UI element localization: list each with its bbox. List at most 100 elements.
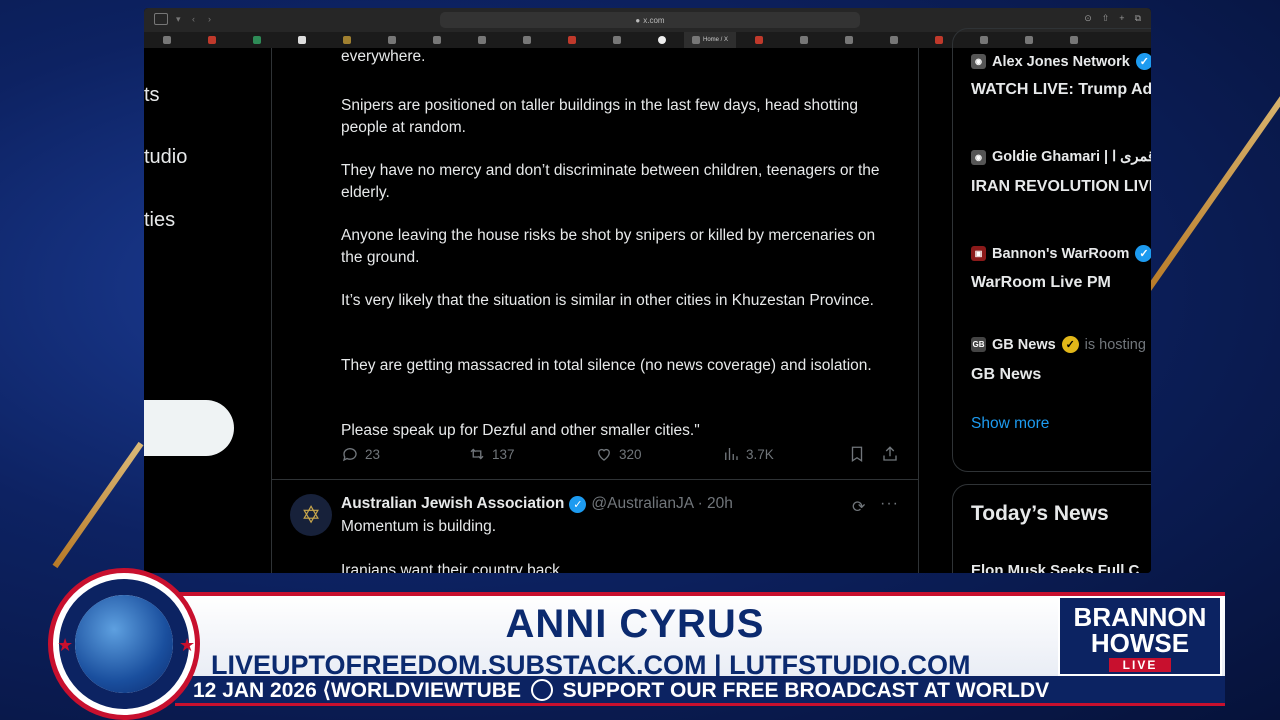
- favicon-icon: [889, 36, 898, 44]
- ticker-channel: WORLDVIEWTUBE: [330, 679, 521, 702]
- show-more-link[interactable]: Show more: [971, 415, 1049, 433]
- heart-icon: [598, 448, 610, 461]
- star-of-david-icon: ✡: [300, 501, 322, 529]
- repost-button[interactable]: 137: [468, 445, 515, 463]
- brannon-howse-live-logo: BRANNON HOWSE LIVE: [1058, 596, 1222, 676]
- live-host[interactable]: ◉ Goldie Ghamari | قمری ا: [971, 149, 1151, 165]
- favicon-icon: [522, 36, 531, 44]
- worldview-logo: ★ ★: [48, 568, 200, 720]
- tweet-paragraph: They have no mercy and don’t discriminat…: [341, 162, 880, 201]
- verified-badge-icon: ✓: [1135, 53, 1151, 70]
- tweet-paragraph: everywhere.: [341, 48, 426, 65]
- host-avatar-icon: ◉: [971, 149, 986, 165]
- tab[interactable]: [781, 32, 826, 48]
- sidebar-toggle-icon[interactable]: [154, 13, 168, 25]
- favicon-icon: [934, 36, 943, 44]
- favicon-icon: [657, 36, 666, 44]
- tab[interactable]: [459, 32, 504, 48]
- favicon-icon: [691, 36, 700, 44]
- tab[interactable]: [826, 32, 871, 48]
- more-options-icon[interactable]: ···: [880, 495, 899, 513]
- broadcast-lower-third: ANNI CYRUS LIVEUPTOFREEDOM.SUBSTACK.COM …: [0, 568, 1280, 720]
- live-badge: LIVE: [1108, 658, 1172, 672]
- host-name: GB News: [992, 336, 1056, 353]
- nav-item[interactable]: tudio: [144, 146, 187, 169]
- favicon-icon: [252, 36, 261, 44]
- lock-icon: ●: [635, 15, 641, 25]
- left-navigation: ts tudio ties: [144, 48, 272, 573]
- live-title[interactable]: IRAN REVOLUTION LIVE IRANIAN HOSTS - DAY: [971, 176, 1151, 198]
- live-title[interactable]: WarRoom Live PM: [971, 272, 1151, 294]
- timeline: everywhere. Snipers are positioned on ta…: [271, 48, 919, 573]
- reply-count: 23: [365, 446, 381, 462]
- tweet-text: Iranians want their country back: [341, 562, 560, 573]
- favicon-icon: [432, 36, 441, 44]
- x-page: ts tudio ties everywhere. Snipers are po…: [144, 28, 1151, 573]
- tab[interactable]: [504, 32, 549, 48]
- news-panel-title: Today’s News: [971, 502, 1109, 525]
- address-bar[interactable]: ● x.com: [440, 12, 860, 28]
- favicon-icon: [612, 36, 621, 44]
- share-icon[interactable]: ⇧: [1102, 13, 1110, 24]
- logo-icon: [530, 679, 553, 701]
- tab[interactable]: [549, 32, 594, 48]
- reply-button[interactable]: 23: [341, 445, 380, 463]
- like-button[interactable]: 320: [595, 445, 642, 463]
- favicon-icon: [567, 36, 576, 44]
- forward-icon[interactable]: ›: [208, 13, 216, 25]
- live-host[interactable]: GB GB News ✓ is hosting: [971, 336, 1146, 353]
- download-icon[interactable]: ⊙: [1084, 13, 1092, 24]
- avatar[interactable]: ✡: [290, 494, 332, 536]
- tab[interactable]: [279, 32, 324, 48]
- nav-item[interactable]: ts: [144, 84, 160, 107]
- tab-overview-icon[interactable]: ⧉: [1135, 13, 1141, 24]
- tab[interactable]: [369, 32, 414, 48]
- host-avatar-icon: GB: [971, 337, 986, 352]
- host-name: Goldie Ghamari | قمری ا: [992, 149, 1151, 165]
- author-name[interactable]: Australian Jewish Association: [341, 495, 564, 513]
- tweet-divider: [272, 479, 918, 480]
- tweet-header: Australian Jewish Association ✓ @Austral…: [341, 495, 733, 513]
- host-avatar-icon: ▣: [971, 246, 986, 261]
- back-icon[interactable]: ‹: [192, 13, 200, 25]
- tab[interactable]: [414, 32, 459, 48]
- live-title[interactable]: WATCH LIVE: Trump Ad Goes Nuclear, Launc…: [971, 79, 1151, 101]
- tab[interactable]: [594, 32, 639, 48]
- tab[interactable]: [189, 32, 234, 48]
- bookmark-button[interactable]: [848, 445, 866, 463]
- live-host[interactable]: ▣ Bannon's WarRoom ✓: [971, 245, 1151, 262]
- new-tab-icon[interactable]: +: [1119, 13, 1124, 24]
- share-button[interactable]: [881, 445, 899, 463]
- tweet-paragraph: Please speak up for Dezful and other sma…: [341, 422, 700, 439]
- views-button[interactable]: 3.7K: [722, 445, 774, 463]
- views-icon: [725, 448, 738, 460]
- nav-item[interactable]: ties: [144, 209, 175, 232]
- tab[interactable]: [871, 32, 916, 48]
- tab[interactable]: [144, 32, 189, 48]
- live-on-x-panel: ◉ Alex Jones Network ✓ WATCH LIVE: Trump…: [952, 28, 1151, 472]
- grok-icon[interactable]: ⟳: [852, 497, 865, 517]
- host-name: Alex Jones Network: [992, 53, 1130, 70]
- author-handle[interactable]: @AustralianJA · 20h: [591, 495, 733, 513]
- post-button[interactable]: [144, 400, 234, 456]
- star-icon: ★: [179, 635, 196, 655]
- news-item[interactable]: Elon Musk Seeks Full C: [971, 562, 1139, 573]
- brand-name-line: BRANNON: [1073, 602, 1207, 632]
- hosting-label: is hosting: [1084, 336, 1146, 353]
- verified-badge-icon: ✓: [1135, 245, 1151, 262]
- tweet-paragraph: It’s very likely that the situation is s…: [341, 292, 874, 309]
- ticker-date: 12 JAN 2026: [193, 679, 317, 702]
- tab[interactable]: [736, 32, 781, 48]
- tab-active[interactable]: Home / X: [684, 32, 736, 48]
- tab[interactable]: [324, 32, 369, 48]
- tab-label: Home / X: [702, 37, 728, 43]
- live-title[interactable]: GB News: [971, 364, 1151, 386]
- live-host[interactable]: ◉ Alex Jones Network ✓: [971, 53, 1151, 70]
- reply-icon: [342, 448, 357, 462]
- chevron-down-icon[interactable]: ▾: [176, 13, 184, 25]
- favicon-icon: [477, 36, 486, 44]
- favicon-icon: [799, 36, 808, 44]
- tab[interactable]: [639, 32, 684, 48]
- tab[interactable]: [234, 32, 279, 48]
- tweet-paragraph: Snipers are positioned on taller buildin…: [341, 97, 858, 136]
